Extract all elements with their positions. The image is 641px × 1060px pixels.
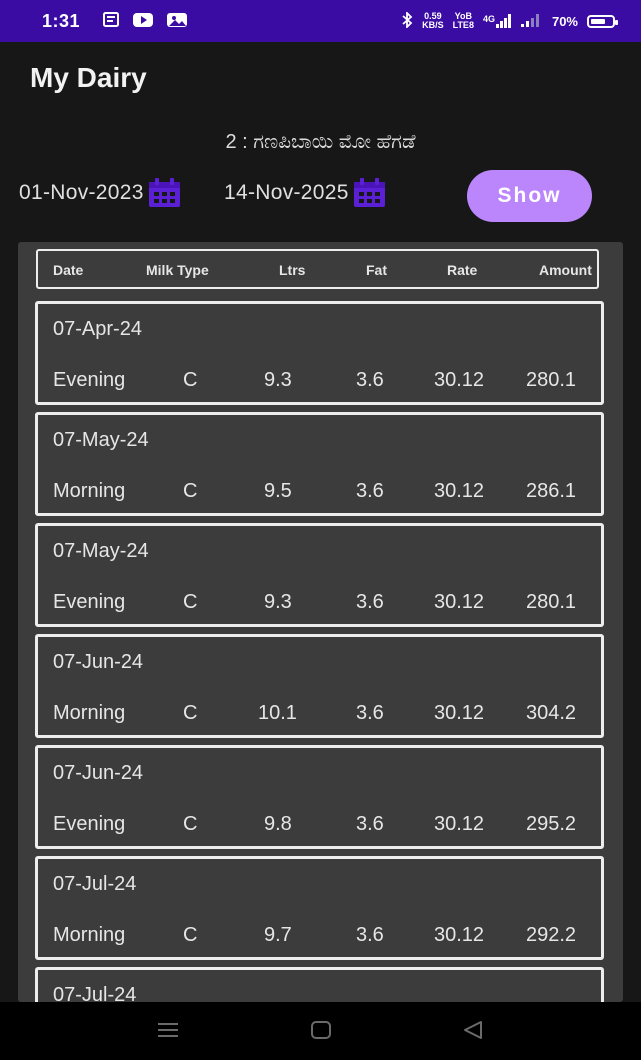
record-date: 07-May-24 <box>53 540 149 562</box>
record-rate: 30.12 <box>434 813 485 835</box>
record-date: 07-May-24 <box>53 429 149 451</box>
gallery-icon <box>166 12 188 31</box>
record-shift: Evening <box>53 813 126 835</box>
customer-name: 2 : ಗಣಪಿಬಾಯಿ ಮೋ ಹೆಗಡೆ <box>225 131 416 153</box>
record-shift: Morning <box>53 480 126 502</box>
record-shift: Evening <box>53 591 126 613</box>
net-speed-unit: KB/S <box>422 20 444 30</box>
record-fat: 3.6 <box>356 702 384 724</box>
record-amount: 292.2 <box>526 924 577 946</box>
record-date: 07-Jun-24 <box>53 651 144 673</box>
table-header: Date Milk Type Ltrs Fat Rate Amount <box>36 249 599 289</box>
notes-icon <box>102 11 120 31</box>
notification-icons <box>102 11 188 31</box>
record-amount: 280.1 <box>526 369 577 391</box>
record-amount: 295.2 <box>526 813 577 835</box>
list-item[interactable]: 07-May-24 Evening C 9.3 3.6 30.12 280.1 <box>35 523 604 627</box>
status-right: 0.59 KB/S YoB LTE8 4G 70% <box>401 10 618 31</box>
youtube-icon <box>132 12 154 31</box>
header-fat: Fat <box>366 262 387 278</box>
header-milk-type: Milk Type <box>146 262 209 278</box>
signal-icon <box>520 13 543 30</box>
volte-indicator: YoB LTE8 <box>453 12 474 30</box>
record-rate: 30.12 <box>434 480 485 502</box>
list-item[interactable]: 07-Jun-24 Evening C 9.8 3.6 30.12 295.2 <box>35 745 604 849</box>
navigation-bar <box>0 1002 641 1060</box>
from-date-text[interactable]: 01-Nov-2023 <box>19 181 144 205</box>
record-ltrs: 9.8 <box>264 813 292 835</box>
record-shift: Evening <box>53 369 126 391</box>
record-fat: 3.6 <box>356 924 384 946</box>
record-rate: 30.12 <box>434 369 485 391</box>
header-ltrs: Ltrs <box>279 262 306 278</box>
record-ltrs: 10.1 <box>258 702 297 724</box>
battery-icon <box>587 14 618 28</box>
record-ltrs: 9.3 <box>264 591 292 613</box>
record-date: 07-Apr-24 <box>53 318 142 340</box>
battery-percent: 70% <box>551 13 578 29</box>
list-item[interactable]: 07-May-24 Morning C 9.5 3.6 30.12 286.1 <box>35 412 604 516</box>
network-type: 4G <box>482 14 495 24</box>
record-ltrs: 9.5 <box>264 480 292 502</box>
back-icon[interactable] <box>461 1018 485 1047</box>
to-date-text[interactable]: 14-Nov-2025 <box>224 181 349 205</box>
record-type: C <box>183 480 198 502</box>
calendar-icon[interactable] <box>353 178 386 208</box>
status-bar: 1:31 0.59 KB/S YoB LTE8 4G 70% <box>0 0 641 42</box>
list-item[interactable]: 07-Jul-24 Morning C 9.7 3.6 30.12 292.2 <box>35 856 604 960</box>
record-date: 07-Jul-24 <box>53 873 137 895</box>
menu-icon[interactable] <box>156 1018 180 1047</box>
record-fat: 3.6 <box>356 369 384 391</box>
record-shift: Morning <box>53 702 126 724</box>
record-type: C <box>183 702 198 724</box>
record-amount: 280.1 <box>526 591 577 613</box>
record-fat: 3.6 <box>356 813 384 835</box>
signal-4g-icon: 4G <box>483 14 512 28</box>
record-type: C <box>183 591 198 613</box>
header-amount: Amount <box>539 262 592 278</box>
list-item[interactable]: 07-Jun-24 Morning C 10.1 3.6 30.12 304.2 <box>35 634 604 738</box>
calendar-icon[interactable] <box>148 178 181 208</box>
record-rate: 30.12 <box>434 702 485 724</box>
volte-bottom: LTE8 <box>452 20 474 30</box>
header-date: Date <box>53 262 84 278</box>
records-list[interactable]: 07-Apr-24 Evening C 9.3 3.6 30.12 280.1 … <box>35 301 604 1002</box>
list-item[interactable]: 07-Jul-24 <box>35 967 604 1002</box>
record-ltrs: 9.7 <box>264 924 292 946</box>
record-ltrs: 9.3 <box>264 369 292 391</box>
bluetooth-icon <box>401 10 413 31</box>
record-type: C <box>183 813 198 835</box>
status-time: 1:31 <box>42 10 81 31</box>
records-panel[interactable]: Date Milk Type Ltrs Fat Rate Amount 07-A… <box>18 242 623 1002</box>
record-rate: 30.12 <box>434 924 485 946</box>
record-amount: 286.1 <box>526 480 577 502</box>
record-shift: Morning <box>53 924 126 946</box>
record-amount: 304.2 <box>526 702 577 724</box>
record-type: C <box>183 369 198 391</box>
net-speed: 0.59 KB/S <box>422 12 444 30</box>
header-rate: Rate <box>447 262 478 278</box>
record-type: C <box>183 924 198 946</box>
record-rate: 30.12 <box>434 591 485 613</box>
date-filter-row: 01-Nov-2023 14-Nov-2025 Show <box>19 170 619 222</box>
record-date: 07-Jul-24 <box>53 984 137 1002</box>
record-fat: 3.6 <box>356 480 384 502</box>
to-date-field[interactable]: 14-Nov-2025 <box>224 178 386 208</box>
app-title: My Dairy <box>30 62 147 93</box>
show-button[interactable]: Show <box>467 170 592 222</box>
home-icon[interactable] <box>309 1018 333 1047</box>
record-fat: 3.6 <box>356 591 384 613</box>
list-item[interactable]: 07-Apr-24 Evening C 9.3 3.6 30.12 280.1 <box>35 301 604 405</box>
from-date-field[interactable]: 01-Nov-2023 <box>19 178 181 208</box>
record-date: 07-Jun-24 <box>53 762 144 784</box>
